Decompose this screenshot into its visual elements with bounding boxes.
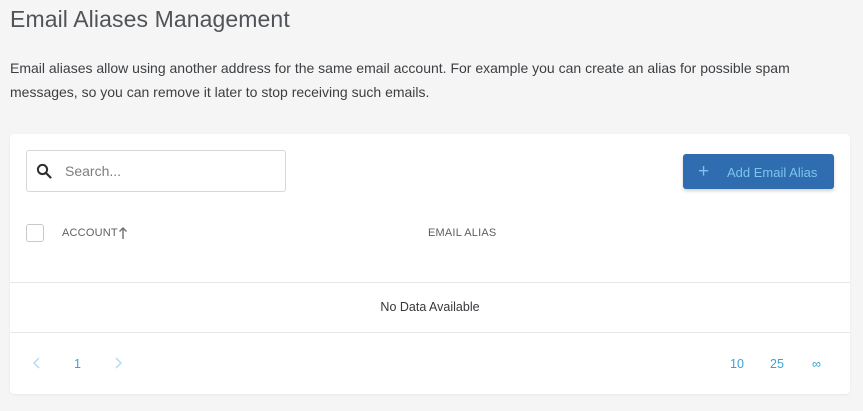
column-header-email-alias[interactable]: EMAIL ALIAS — [428, 227, 496, 239]
select-all-checkbox[interactable] — [26, 224, 44, 242]
aliases-table-card: + Add Email Alias ACCOUNT EMAIL ALIAS No… — [10, 134, 850, 394]
empty-table-message: No Data Available — [380, 300, 480, 314]
search-input[interactable] — [65, 160, 275, 182]
table-header: ACCOUNT EMAIL ALIAS — [10, 214, 850, 254]
sort-ascending-icon[interactable] — [118, 226, 128, 240]
page-size-all[interactable]: ∞ — [812, 357, 821, 371]
column-header-account[interactable]: ACCOUNT — [62, 227, 118, 239]
table-footer-divider — [10, 332, 850, 333]
add-email-alias-button[interactable]: + Add Email Alias — [683, 154, 834, 189]
page-title: Email Aliases Management — [10, 6, 290, 32]
search-icon — [36, 163, 52, 179]
search-box[interactable] — [26, 150, 286, 192]
chevron-left-icon[interactable] — [30, 355, 44, 371]
page-description: Email aliases allow using another addres… — [10, 60, 790, 100]
page-size-25[interactable]: 25 — [770, 357, 784, 371]
pagination-page-1[interactable]: 1 — [74, 357, 81, 371]
plus-icon: + — [698, 161, 710, 182]
add-email-alias-label: Add Email Alias — [727, 165, 818, 180]
table-header-divider — [10, 282, 850, 283]
page-size-10[interactable]: 10 — [730, 357, 744, 371]
chevron-right-icon[interactable] — [111, 355, 125, 371]
